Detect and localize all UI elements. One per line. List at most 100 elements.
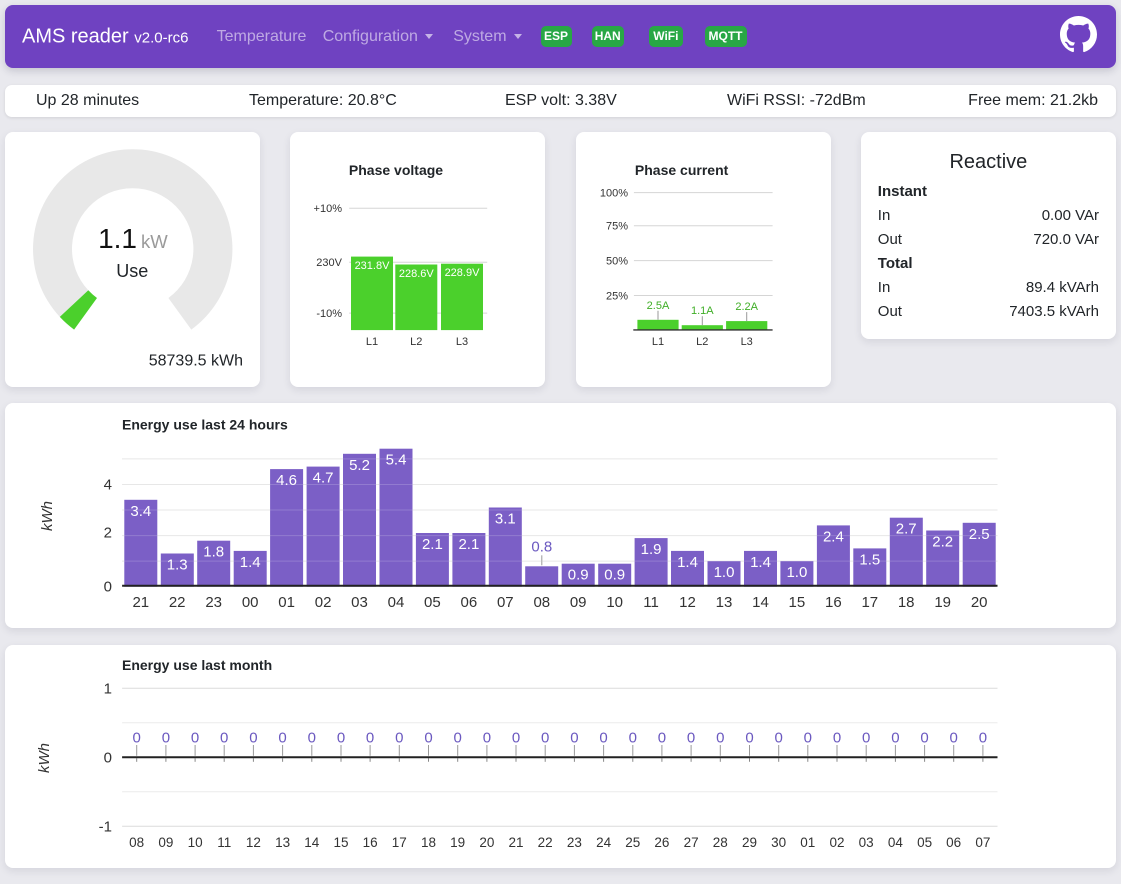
svg-text:0: 0 — [366, 729, 374, 746]
svg-text:-10%: -10% — [317, 308, 343, 320]
svg-text:Energy use last 24 hours: Energy use last 24 hours — [122, 417, 288, 433]
svg-text:0: 0 — [920, 729, 928, 746]
svg-text:14: 14 — [752, 594, 769, 611]
svg-text:06: 06 — [461, 594, 478, 611]
svg-text:0: 0 — [629, 729, 637, 746]
svg-text:58739.5 kWh: 58739.5 kWh — [149, 352, 243, 369]
svg-text:4: 4 — [104, 476, 112, 493]
svg-text:02: 02 — [829, 834, 844, 849]
svg-text:08: 08 — [129, 834, 144, 849]
svg-text:0: 0 — [541, 729, 549, 746]
svg-text:2.2A: 2.2A — [735, 301, 758, 313]
svg-text:0: 0 — [512, 729, 520, 746]
svg-text:17: 17 — [861, 594, 878, 611]
svg-text:20: 20 — [971, 594, 988, 611]
svg-text:L3: L3 — [740, 336, 752, 348]
svg-text:228.6V: 228.6V — [399, 268, 435, 280]
svg-text:0: 0 — [775, 729, 783, 746]
svg-text:0: 0 — [833, 729, 841, 746]
svg-text:22: 22 — [538, 834, 553, 849]
svg-text:L1: L1 — [651, 336, 663, 348]
svg-text:25: 25 — [625, 834, 640, 849]
svg-text:0: 0 — [979, 729, 987, 746]
svg-text:0: 0 — [483, 729, 491, 746]
svg-text:1.4: 1.4 — [240, 554, 261, 571]
svg-text:3.4: 3.4 — [130, 503, 151, 520]
svg-text:02: 02 — [315, 594, 332, 611]
svg-text:3.1: 3.1 — [495, 511, 516, 528]
svg-text:0: 0 — [220, 729, 228, 746]
svg-text:1.5: 1.5 — [859, 551, 880, 568]
svg-text:04: 04 — [388, 594, 405, 611]
svg-text:01: 01 — [800, 834, 815, 849]
svg-text:Phase voltage: Phase voltage — [349, 162, 443, 178]
svg-text:15: 15 — [333, 834, 348, 849]
svg-text:230V: 230V — [316, 257, 342, 269]
svg-text:12: 12 — [679, 594, 696, 611]
svg-text:0: 0 — [104, 579, 112, 596]
svg-text:4.6: 4.6 — [276, 472, 297, 489]
svg-text:kW: kW — [141, 231, 168, 252]
svg-text:228.9V: 228.9V — [445, 267, 481, 279]
svg-text:22: 22 — [169, 594, 186, 611]
svg-text:1.4: 1.4 — [677, 554, 698, 571]
svg-text:13: 13 — [275, 834, 290, 849]
svg-text:15: 15 — [789, 594, 806, 611]
svg-text:1.1: 1.1 — [98, 223, 137, 254]
svg-text:0: 0 — [891, 729, 899, 746]
svg-text:23: 23 — [567, 834, 582, 849]
svg-text:0: 0 — [133, 729, 141, 746]
svg-text:2.1: 2.1 — [422, 536, 443, 553]
svg-text:100%: 100% — [599, 187, 627, 199]
svg-text:11: 11 — [217, 834, 231, 849]
svg-text:26: 26 — [654, 834, 669, 849]
svg-text:1: 1 — [104, 680, 112, 697]
svg-text:19: 19 — [450, 834, 465, 849]
svg-text:0: 0 — [950, 729, 958, 746]
svg-text:0: 0 — [599, 729, 607, 746]
svg-text:5.4: 5.4 — [386, 452, 407, 469]
svg-text:07: 07 — [497, 594, 514, 611]
svg-text:0: 0 — [249, 729, 257, 746]
svg-text:L3: L3 — [456, 336, 468, 348]
svg-text:1.0: 1.0 — [714, 564, 735, 581]
svg-text:21: 21 — [132, 594, 149, 611]
svg-text:0: 0 — [570, 729, 578, 746]
svg-text:10: 10 — [188, 834, 203, 849]
svg-text:0: 0 — [687, 729, 695, 746]
svg-text:16: 16 — [363, 834, 378, 849]
svg-text:0: 0 — [454, 729, 462, 746]
svg-text:kWh: kWh — [36, 743, 53, 773]
svg-text:03: 03 — [351, 594, 368, 611]
svg-text:50%: 50% — [605, 255, 627, 267]
svg-text:0: 0 — [104, 749, 112, 766]
svg-text:0: 0 — [191, 729, 199, 746]
svg-text:09: 09 — [158, 834, 173, 849]
svg-text:23: 23 — [205, 594, 222, 611]
svg-text:0.8: 0.8 — [531, 538, 552, 555]
svg-text:18: 18 — [421, 834, 436, 849]
svg-text:03: 03 — [859, 834, 874, 849]
svg-text:0: 0 — [308, 729, 316, 746]
svg-text:0: 0 — [716, 729, 724, 746]
svg-text:21: 21 — [508, 834, 523, 849]
svg-text:27: 27 — [684, 834, 699, 849]
svg-text:2.5A: 2.5A — [646, 299, 669, 311]
svg-text:05: 05 — [424, 594, 441, 611]
svg-text:17: 17 — [392, 834, 407, 849]
svg-text:11: 11 — [643, 594, 659, 611]
svg-text:0.9: 0.9 — [568, 567, 589, 584]
svg-text:08: 08 — [533, 594, 550, 611]
svg-text:-1: -1 — [99, 818, 112, 835]
svg-text:0.9: 0.9 — [604, 567, 625, 584]
svg-text:75%: 75% — [605, 220, 627, 232]
svg-text:04: 04 — [888, 834, 904, 849]
svg-text:13: 13 — [716, 594, 733, 611]
svg-text:06: 06 — [946, 834, 961, 849]
svg-text:0: 0 — [337, 729, 345, 746]
svg-text:kWh: kWh — [39, 501, 56, 531]
svg-text:Use: Use — [116, 261, 148, 281]
svg-text:10: 10 — [606, 594, 623, 611]
svg-text:0: 0 — [424, 729, 432, 746]
svg-text:1.8: 1.8 — [203, 544, 224, 561]
